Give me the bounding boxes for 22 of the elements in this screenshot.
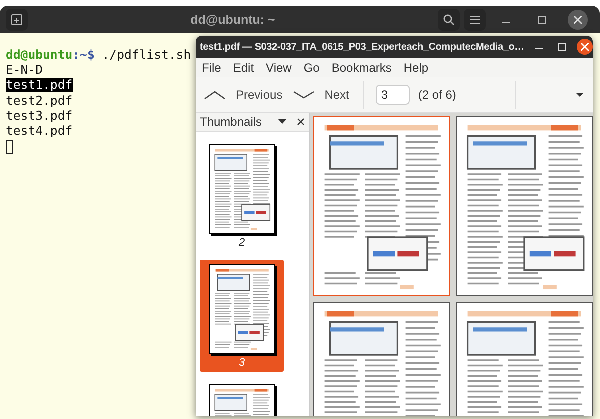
- prompt-user: dd@ubuntu: [6, 48, 73, 62]
- menu-item[interactable]: Edit: [233, 60, 254, 74]
- menu-item[interactable]: Go: [304, 60, 320, 74]
- menu-item[interactable]: Bookmarks: [332, 60, 392, 74]
- output-line: test4.pdf: [6, 124, 73, 138]
- previous-button[interactable]: Previous: [202, 88, 291, 102]
- window-title: dd@ubuntu: ~: [190, 12, 276, 26]
- command-text: ./pdflist.sh: [101, 48, 192, 62]
- page-field[interactable]: 3: [376, 84, 410, 104]
- page-thumbnail[interactable]: 2: [200, 140, 284, 252]
- output-line: test3.pdf: [6, 108, 73, 123]
- menu-item[interactable]: Help: [404, 60, 429, 74]
- output-line: E-N-D: [6, 63, 44, 78]
- output-line: test2.pdf: [6, 94, 73, 108]
- next-button[interactable]: Next: [290, 88, 358, 102]
- page-thumbnail[interactable]: 3: [200, 260, 284, 372]
- page-count: (2 of 6): [418, 88, 456, 102]
- window-title: test1.pdf — S032-037_ITA_0615_P03_Experteach_ComputecMedia_o…: [200, 42, 524, 52]
- menu-item[interactable]: View: [266, 60, 292, 74]
- menu-item[interactable]: File: [202, 60, 222, 74]
- sidebar-title: Thumbnails: [200, 115, 264, 129]
- prompt-path: :~$: [72, 48, 95, 62]
